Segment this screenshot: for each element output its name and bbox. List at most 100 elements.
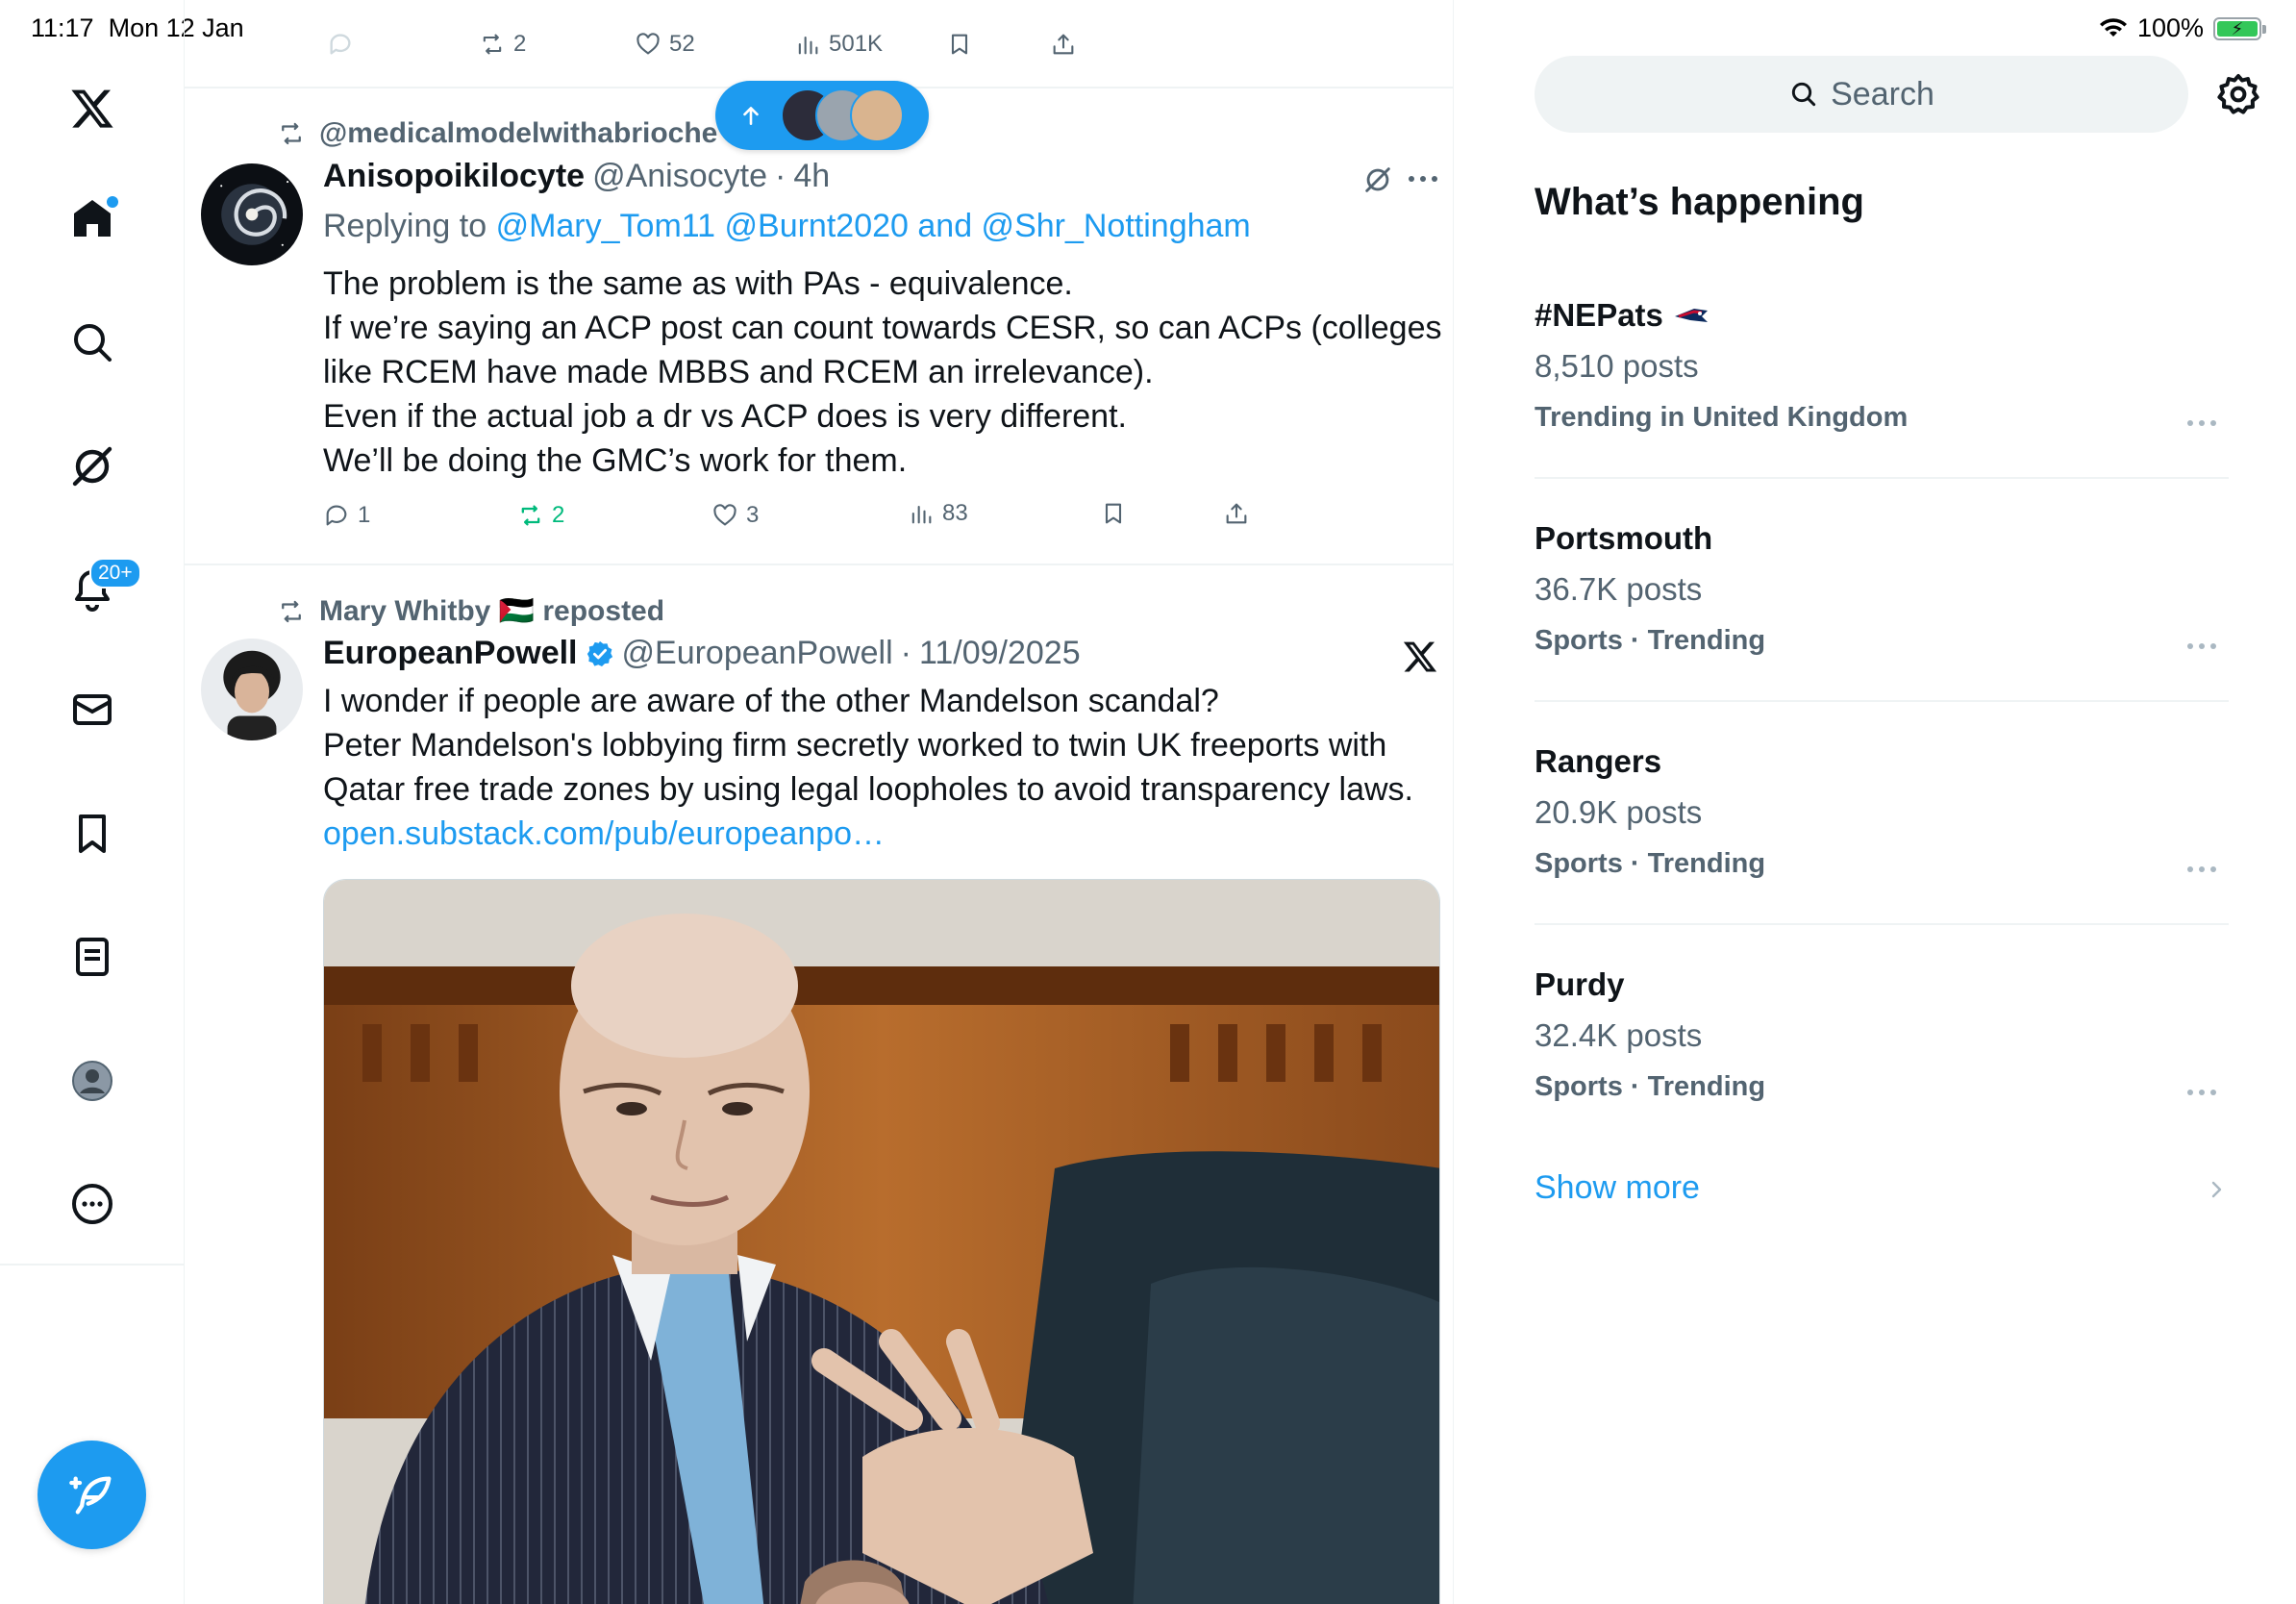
bookmarks-icon[interactable] [53,794,132,873]
tweet1-author-name[interactable]: Anisopoikilocyte [323,158,585,195]
trend-name: Purdy [1535,966,1625,1002]
tweet1-retweet-action[interactable]: 2 [517,502,564,529]
tweet1-context-user: @medicalmodelwithabrioche [319,117,718,149]
trend-separator [1535,923,2229,925]
tweet1-grok-icon[interactable] [1361,163,1394,196]
feather-plus-icon [68,1476,111,1514]
trend-item[interactable]: Portsmouth 36.7K posts Sports · Trending [1535,517,2229,664]
show-more-link[interactable]: Show more [1535,1169,1700,1207]
search-icon [1791,82,1816,107]
tweet-separator [185,564,1453,565]
reply-prefix: Replying to [323,208,487,244]
trend-separator [1535,700,2229,702]
trend-meta: Sports · Trending [1535,848,1766,879]
prev-bookmark-action[interactable] [946,31,973,58]
tweet1-author-handle[interactable]: @Anisocyte [592,158,767,195]
tweet1-like-action[interactable]: 3 [711,502,759,529]
tweet1-share-action[interactable] [1223,500,1250,527]
nav-divider [0,1264,185,1266]
tweet1-line: like RCEM have made MBBS and RCEM an irr… [323,354,1154,390]
compose-post-button[interactable] [37,1441,146,1549]
tweet2-author-handle[interactable]: @EuropeanPowell [622,635,893,672]
trend-more-icon[interactable] [2183,860,2221,879]
tweet1-line: The problem is the same as with PAs - eq… [323,265,1073,302]
trend-item[interactable]: #NEPats 8,510 posts Trending in United K… [1535,294,2229,440]
tweet2-date[interactable]: 11/09/2025 [919,635,1081,672]
trend-item[interactable]: Purdy 32.4K posts Sports · Trending [1535,964,2229,1110]
settings-gear-icon[interactable] [2215,71,2261,117]
tweet2-line: Peter Mandelson's lobbying firm secretly… [323,727,1387,764]
search-placeholder: Search [1831,75,1934,113]
notifications-icon[interactable]: 20+ [53,550,141,629]
tweet1-retweet-count: 2 [552,502,565,528]
right-sidebar: Search What’s happening #NEPats 8,510 po… [1454,0,2296,1604]
verified-badge-icon [586,640,612,666]
tweet1-views-action[interactable]: 83 [908,500,968,527]
messages-icon[interactable] [53,670,132,749]
retweet-icon [282,600,301,622]
tweet2-author-name[interactable]: EuropeanPowell [323,635,578,672]
trend-more-icon[interactable] [2183,637,2221,656]
retweet-icon [483,34,502,55]
home-icon[interactable] [53,179,132,258]
tweet2-context-line[interactable]: Mary Whitby 🇵🇸 reposted [277,594,664,628]
tweet1-context-line[interactable]: @medicalmodelwithabrioche [277,117,717,150]
prev-retweet-action[interactable]: 2 [479,31,526,58]
prev-share-action[interactable] [1050,31,1077,58]
bookmark-icon [951,34,968,55]
tweet1-body: The problem is the same as with PAs - eq… [323,262,1442,483]
views-icon [798,36,818,55]
search-input[interactable]: Search [1535,56,2188,133]
tweet1-reply-count: 1 [358,502,371,528]
home-notification-dot [107,196,118,208]
views-icon [911,505,932,524]
x-logo-icon[interactable] [53,69,132,148]
retweet-icon [521,505,540,526]
reply-icon [326,505,347,526]
trend-post-count: 8,510 posts [1535,348,1699,384]
new-posts-pill[interactable] [715,81,929,150]
tweet2-line: I wonder if people are aware of the othe… [323,683,1219,719]
chevron-right-icon[interactable] [2206,1175,2229,1204]
tweet1-avatar[interactable] [201,163,303,265]
tweet2-context-text: Mary Whitby 🇵🇸 reposted [319,595,665,627]
prev-like-action[interactable]: 52 [635,31,695,58]
trend-more-icon[interactable] [2183,414,2221,433]
tweet1-more-icon[interactable] [1406,169,1440,188]
heart-icon [636,33,660,55]
profile-avatar-icon[interactable] [53,1041,132,1120]
tweet1-line: We’ll be doing the GMC’s work for them. [323,442,908,479]
tweet1-time[interactable]: 4h [793,158,830,195]
tweet1-line: Even if the actual job a dr vs ACP does … [323,398,1127,435]
tweet2-line: Qatar free trade zones by using legal lo… [323,771,1413,808]
search-nav-icon[interactable] [53,303,132,382]
tweet1-replying-to: Replying to @Mary_Tom11 @Burnt2020 and @… [323,208,1251,245]
prev-views-action[interactable]: 501K [794,31,883,58]
trend-meta: Trending in United Kingdom [1535,402,1909,433]
trend-separator [1535,477,2229,479]
more-options-icon[interactable] [53,1165,132,1243]
trend-more-icon[interactable] [2183,1083,2221,1102]
arrow-up-icon [743,107,759,125]
tweet1-bookmark-action[interactable] [1100,500,1127,527]
tweet2-link[interactable]: open.substack.com/pub/europeanpo… [323,812,1438,856]
prev-reply-action[interactable] [327,31,354,58]
trend-meta: Sports · Trending [1535,1071,1766,1102]
reply-mentions[interactable]: @Mary_Tom11 @Burnt2020 and @Shr_Nottingh… [496,208,1251,244]
prev-like-count: 52 [669,31,695,57]
grok-icon[interactable] [53,427,132,506]
trend-post-count: 36.7K posts [1535,571,1703,607]
retweet-icon [282,122,301,145]
prev-retweet-count: 2 [513,31,527,57]
tweet2-media-image[interactable] [323,879,1440,1604]
heart-icon [713,504,736,526]
trend-item[interactable]: Rangers 20.9K posts Sports · Trending [1535,740,2229,887]
left-nav: 20+ [0,0,185,1604]
tweet2-sep: · [900,635,911,671]
tweet1-reply-action[interactable]: 1 [323,502,370,529]
tweet2-x-logo-icon[interactable] [1402,639,1438,675]
whats-happening-title: What’s happening [1535,181,1864,223]
lists-icon[interactable] [53,917,132,996]
tweet2-avatar[interactable] [201,639,303,740]
trend-name: Rangers [1535,743,1662,779]
